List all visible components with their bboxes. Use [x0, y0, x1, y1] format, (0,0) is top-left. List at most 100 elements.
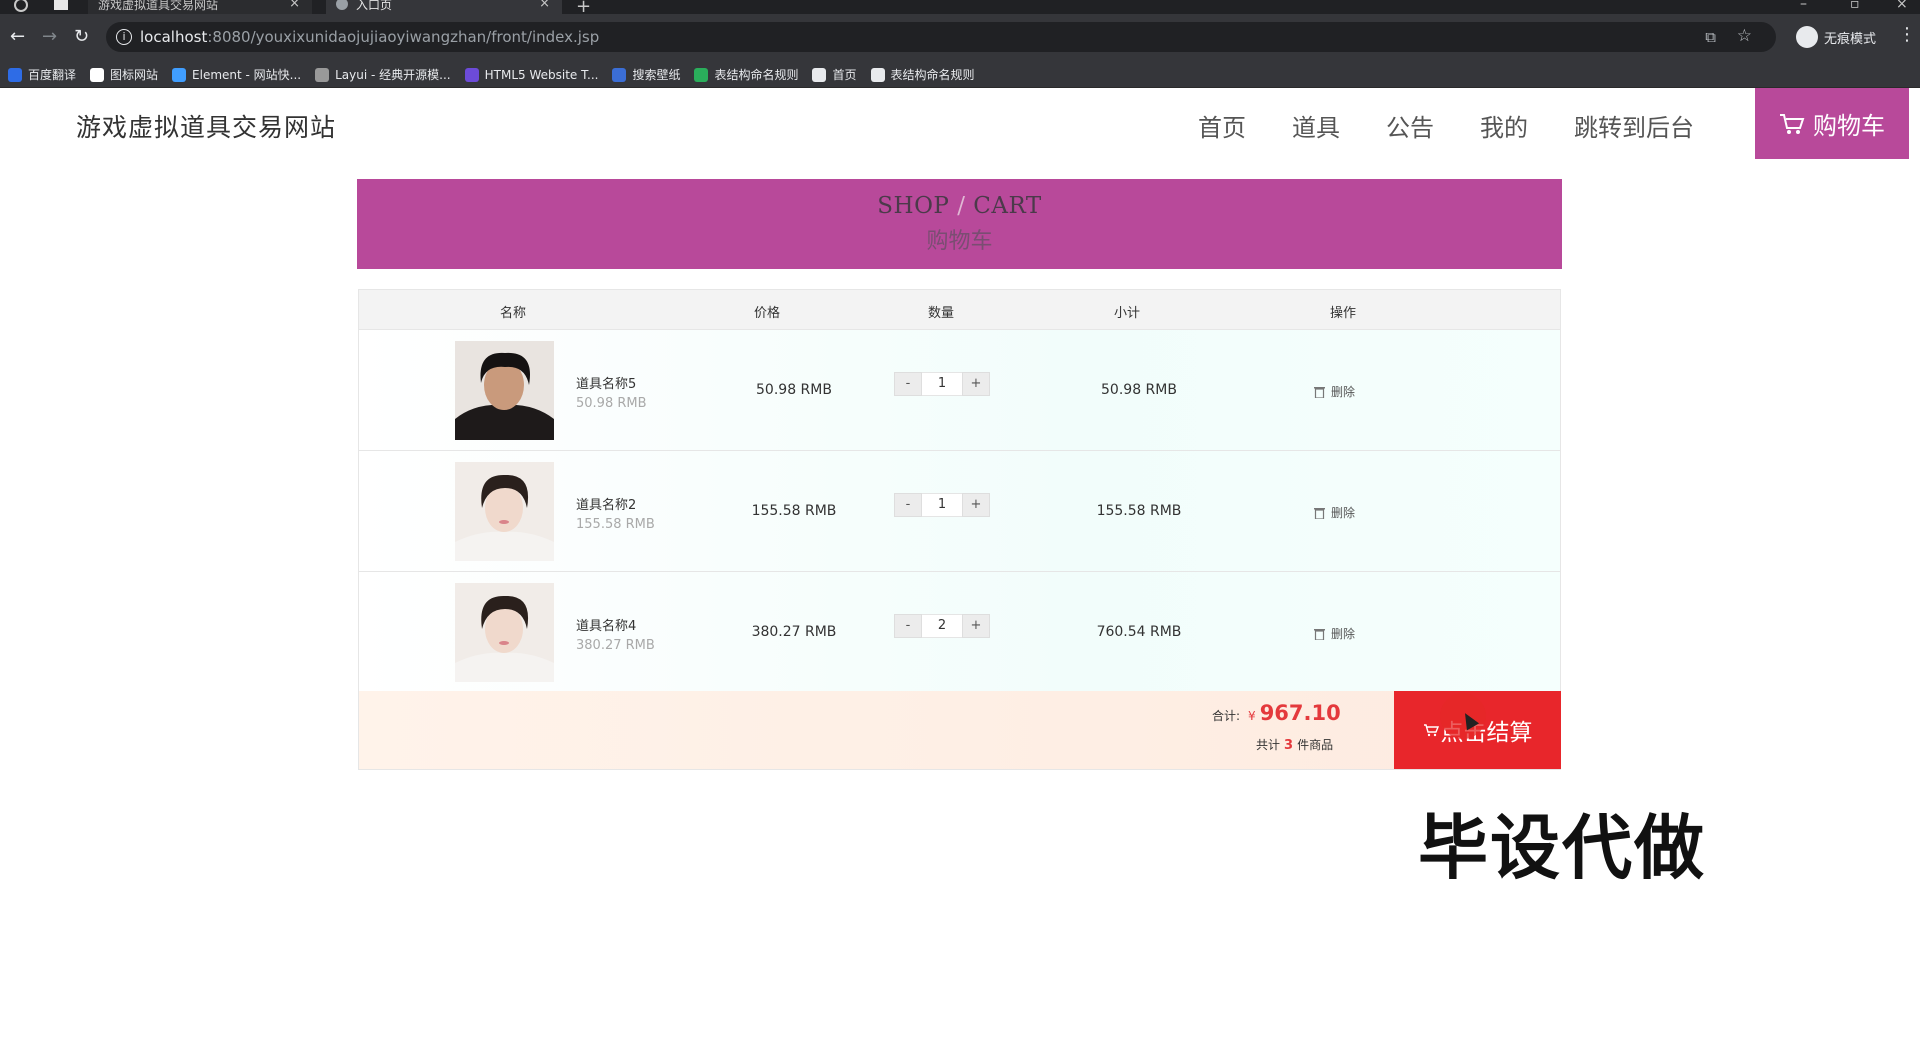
cart-banner: SHOP / CART 购物车: [357, 179, 1562, 269]
bookmark-favicon-icon: [694, 67, 709, 82]
watermark-text: 毕设代做: [1418, 807, 1706, 889]
bookmark-item[interactable]: 表结构命名规则: [870, 66, 975, 83]
trash-icon: [1314, 386, 1325, 398]
maximize-icon[interactable]: ▫: [1850, 0, 1860, 12]
bookmark-item[interactable]: 图标网站: [90, 66, 158, 83]
table-row: 道具名称5 50.98 RMB 50.98 RMB - 1 + 50.98 RM…: [359, 330, 1560, 451]
url-input[interactable]: i localhost:8080/youxixunidaojujiaoyiwan…: [106, 22, 1776, 52]
bookmark-item[interactable]: 表结构命名规则: [694, 66, 798, 83]
bookmark-favicon-icon: [870, 67, 885, 82]
banner-title-en: SHOP / CART: [877, 193, 1042, 219]
nav-home[interactable]: 首页: [1198, 108, 1246, 143]
quantity-stepper: - 1 +: [894, 493, 990, 517]
bookmark-favicon-icon: [8, 67, 22, 82]
bookmark-item[interactable]: 搜索壁纸: [612, 66, 680, 83]
bookmark-label: 搜索壁纸: [632, 68, 681, 82]
decrease-button[interactable]: -: [894, 614, 922, 638]
product-image[interactable]: [455, 341, 554, 440]
cart-summary: 合计: ¥ 967.10 共计 3 件商品 点击结算: [359, 691, 1561, 769]
subtotal-cell: 50.98 RMB: [1101, 382, 1177, 398]
bookmark-item[interactable]: Layui - 经典开源模...: [315, 66, 451, 83]
more-menu-icon[interactable]: ⋮: [1898, 24, 1916, 45]
star-icon[interactable]: ☆: [1737, 26, 1752, 46]
bookmark-label: Layui - 经典开源模...: [335, 68, 451, 82]
incognito-indicator[interactable]: 无痕模式: [1796, 26, 1876, 48]
total-label: 合计:: [1212, 709, 1241, 723]
table-header: 名称 价格 数量 小计 操作: [359, 290, 1560, 330]
cart-nav-button[interactable]: 购物车: [1755, 88, 1909, 159]
cart-nav-label: 购物车: [1813, 112, 1885, 140]
back-arrow-icon[interactable]: ←: [10, 26, 25, 47]
header-subtotal: 小计: [1114, 306, 1141, 321]
bookmark-favicon-icon: [90, 67, 105, 82]
quantity-input[interactable]: 2: [922, 614, 962, 638]
increase-button[interactable]: +: [962, 372, 990, 396]
currency-symbol: ¥: [1248, 709, 1256, 723]
tab-title: 入口页: [356, 0, 393, 12]
product-name[interactable]: 道具名称4: [576, 615, 636, 634]
nav-admin[interactable]: 跳转到后台: [1574, 108, 1694, 143]
trash-icon: [1314, 628, 1325, 640]
subtotal-cell: 760.54 RMB: [1096, 624, 1182, 640]
quantity-stepper: - 1 +: [894, 372, 990, 396]
window-close-icon[interactable]: ×: [1896, 0, 1908, 12]
product-unit-price: 50.98 RMB: [576, 396, 647, 411]
item-count-value: 3: [1284, 738, 1294, 753]
total-line: 合计: ¥ 967.10: [1212, 701, 1341, 725]
subtotal-cell: 155.58 RMB: [1096, 503, 1182, 519]
bookmarks-bar: 百度翻译 图标网站 Element - 网站快... Layui - 经典开源模...…: [0, 62, 1920, 88]
incognito-icon: [1796, 26, 1818, 48]
nav-mine[interactable]: 我的: [1480, 108, 1528, 143]
decrease-button[interactable]: -: [894, 493, 922, 517]
table-row: 道具名称2 155.58 RMB 155.58 RMB - 1 + 155.58…: [359, 451, 1560, 572]
site-nav: 首页 道具 公告 我的 跳转到后台: [1198, 108, 1694, 143]
increase-button[interactable]: +: [962, 614, 990, 638]
price-cell: 50.98 RMB: [756, 382, 832, 398]
delete-label: 删除: [1331, 385, 1356, 399]
bookmark-label: HTML5 Website T...: [484, 67, 599, 82]
close-icon[interactable]: ×: [539, 0, 550, 10]
product-image[interactable]: [455, 462, 554, 561]
window-menu-icon[interactable]: [54, 0, 68, 10]
reload-icon[interactable]: ↻: [74, 26, 89, 47]
decrease-button[interactable]: -: [894, 372, 922, 396]
close-icon[interactable]: ×: [289, 0, 300, 10]
browser-tab-2[interactable]: 入口页 ×: [326, 0, 562, 14]
quantity-input[interactable]: 1: [922, 493, 962, 517]
incognito-label: 无痕模式: [1824, 31, 1877, 47]
quantity-input[interactable]: 1: [922, 372, 962, 396]
browser-logo-icon: [14, 0, 28, 12]
table-row: 道具名称4 380.27 RMB 380.27 RMB - 2 + 760.54…: [359, 572, 1560, 693]
delete-label: 删除: [1331, 627, 1356, 641]
product-image[interactable]: [455, 583, 554, 682]
bookmark-label: 图标网站: [110, 68, 159, 82]
product-name[interactable]: 道具名称2: [576, 494, 636, 513]
forward-arrow-icon[interactable]: →: [42, 26, 57, 47]
delete-button[interactable]: 删除: [1314, 383, 1355, 400]
site-title[interactable]: 游戏虚拟道具交易网站: [76, 108, 336, 144]
bookmark-label: 百度翻译: [28, 68, 77, 82]
globe-icon: [336, 0, 348, 10]
site-header: 游戏虚拟道具交易网站 首页 道具 公告 我的 跳转到后台 购物车: [0, 88, 1920, 160]
browser-tabstrip: 游戏虚拟道具交易网站 × 入口页 × + – ▫ ×: [0, 0, 1920, 17]
bookmark-item[interactable]: 首页: [812, 66, 857, 83]
bookmark-item[interactable]: HTML5 Website T...: [464, 67, 599, 82]
cart-icon: [1780, 113, 1805, 134]
trash-icon: [1314, 507, 1325, 519]
increase-button[interactable]: +: [962, 493, 990, 517]
delete-button[interactable]: 删除: [1314, 625, 1355, 642]
info-icon[interactable]: i: [116, 29, 132, 45]
bookmark-favicon-icon: [612, 67, 627, 82]
delete-button[interactable]: 删除: [1314, 504, 1355, 521]
url-text[interactable]: localhost:8080/youxixunidaojujiaoyiwangz…: [140, 28, 599, 46]
bookmark-item[interactable]: 百度翻译: [8, 66, 76, 83]
banner-title-cn: 购物车: [926, 229, 993, 254]
bookmark-item[interactable]: Element - 网站快...: [172, 66, 301, 83]
translate-icon[interactable]: ⧉: [1705, 28, 1716, 46]
nav-notice[interactable]: 公告: [1386, 108, 1434, 143]
cart-icon: [1423, 724, 1439, 737]
product-name[interactable]: 道具名称5: [576, 373, 636, 392]
nav-items[interactable]: 道具: [1292, 108, 1340, 143]
browser-tab-1[interactable]: 游戏虚拟道具交易网站 ×: [88, 0, 312, 14]
minimize-icon[interactable]: –: [1800, 0, 1807, 12]
